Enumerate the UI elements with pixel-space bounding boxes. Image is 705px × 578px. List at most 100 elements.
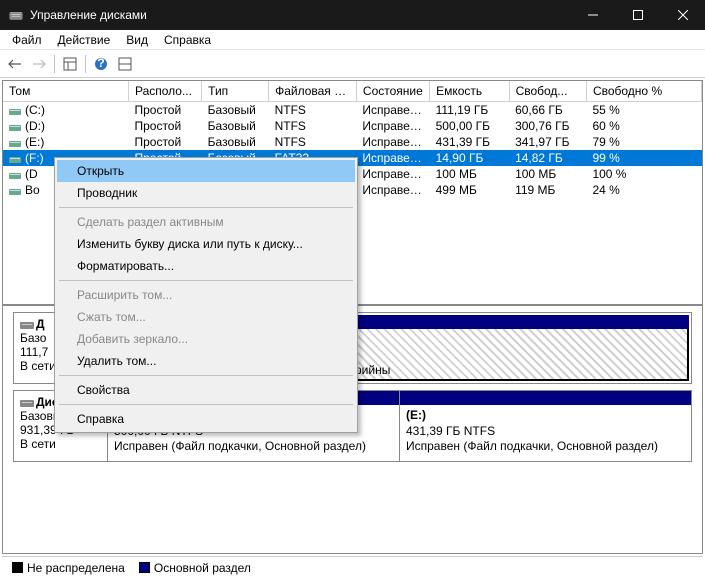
cell-free: 100 МБ <box>509 166 586 182</box>
disk-icon <box>20 319 34 331</box>
cell-status: Исправен... <box>356 118 429 134</box>
menu-file[interactable]: Файл <box>4 31 50 49</box>
drive-icon <box>9 170 21 180</box>
legend-primary: Основной раздел <box>139 561 251 575</box>
minimize-button[interactable] <box>570 0 615 30</box>
cell-volume: (D:) <box>3 118 128 134</box>
toolbar: ? <box>0 50 705 78</box>
partition-status: Исправен (Файл подкачки, Основной раздел… <box>406 439 685 455</box>
context-menu: Открыть Проводник Сделать раздел активны… <box>54 157 358 433</box>
menubar: Файл Действие Вид Справка <box>0 30 705 50</box>
cell-layout: Простой <box>128 102 201 119</box>
menu-shrink[interactable]: Сжать том... <box>57 306 355 328</box>
partition[interactable]: (E:) 431,39 ГБ NTFS Исправен (Файл подка… <box>399 391 691 461</box>
toolbar-separator <box>54 55 55 73</box>
menu-separator <box>59 375 353 376</box>
menu-separator <box>59 280 353 281</box>
col-status[interactable]: Состояние <box>356 81 429 102</box>
drive-icon <box>9 138 21 148</box>
partition-info: 431,39 ГБ NTFS <box>406 424 685 440</box>
cell-free: 341,97 ГБ <box>509 134 586 150</box>
window-controls <box>570 0 705 30</box>
cell-freepct: 55 % <box>586 102 701 119</box>
cell-free: 300,76 ГБ <box>509 118 586 134</box>
menu-help[interactable]: Справка <box>57 408 355 430</box>
col-freepct[interactable]: Свободно % <box>586 81 701 102</box>
menu-open[interactable]: Открыть <box>57 160 355 182</box>
partition-status: Исправен (Файл подкачки, Основной раздел… <box>114 439 393 455</box>
partition-label: (E:) <box>406 408 685 424</box>
col-volume[interactable]: Том <box>3 81 128 102</box>
window-title: Управление дисками <box>30 8 570 22</box>
cell-type: Базовый <box>202 118 269 134</box>
cell-fs: NTFS <box>269 134 357 150</box>
col-layout[interactable]: Располо... <box>128 81 201 102</box>
menu-format[interactable]: Форматировать... <box>57 255 355 277</box>
cell-free: 14,82 ГБ <box>509 150 586 166</box>
menu-separator <box>59 207 353 208</box>
menu-extend[interactable]: Расширить том... <box>57 284 355 306</box>
col-type[interactable]: Тип <box>202 81 269 102</box>
titlebar: Управление дисками <box>0 0 705 30</box>
cell-freepct: 79 % <box>586 134 701 150</box>
cell-capacity: 111,19 ГБ <box>430 102 509 119</box>
refresh-button[interactable] <box>114 53 136 75</box>
menu-make-active[interactable]: Сделать раздел активным <box>57 211 355 233</box>
cell-freepct: 100 % <box>586 166 701 182</box>
cell-status: Исправен... <box>356 166 429 182</box>
cell-type: Базовый <box>202 102 269 119</box>
cell-capacity: 100 МБ <box>430 166 509 182</box>
menu-action[interactable]: Действие <box>50 31 119 49</box>
cell-capacity: 14,90 ГБ <box>430 150 509 166</box>
table-row[interactable]: (D:)ПростойБазовыйNTFSИсправен...500,00 … <box>3 118 702 134</box>
cell-fs: NTFS <box>269 118 357 134</box>
table-row[interactable]: (C:)ПростойБазовыйNTFSИсправен...111,19 … <box>3 102 702 119</box>
cell-capacity: 499 МБ <box>430 182 509 198</box>
cell-free: 119 МБ <box>509 182 586 198</box>
menu-properties[interactable]: Свойства <box>57 379 355 401</box>
drive-icon <box>9 186 21 196</box>
back-button[interactable] <box>4 53 26 75</box>
cell-type: Базовый <box>202 134 269 150</box>
cell-freepct: 24 % <box>586 182 701 198</box>
cell-volume: (E:) <box>3 134 128 150</box>
maximize-button[interactable] <box>615 0 660 30</box>
menu-mirror[interactable]: Добавить зеркало... <box>57 328 355 350</box>
cell-volume: (C:) <box>3 102 128 119</box>
help-button[interactable]: ? <box>90 53 112 75</box>
menu-help[interactable]: Справка <box>156 31 219 49</box>
drive-icon <box>9 122 21 132</box>
cell-layout: Простой <box>128 118 201 134</box>
cell-status: Исправен... <box>356 150 429 166</box>
app-icon <box>8 7 24 23</box>
toolbar-separator <box>85 55 86 73</box>
cell-capacity: 431,39 ГБ <box>430 134 509 150</box>
legend: Не распределена Основной раздел <box>2 556 703 578</box>
menu-separator <box>59 404 353 405</box>
cell-free: 60,66 ГБ <box>509 102 586 119</box>
menu-view[interactable]: Вид <box>118 31 156 49</box>
col-fs[interactable]: Файловая с... <box>269 81 357 102</box>
legend-unallocated: Не распределена <box>12 561 125 575</box>
swatch-navy <box>139 562 150 573</box>
menu-explorer[interactable]: Проводник <box>57 182 355 204</box>
col-capacity[interactable]: Емкость <box>430 81 509 102</box>
swatch-black <box>12 562 23 573</box>
table-row[interactable]: (E:)ПростойБазовыйNTFSИсправен...431,39 … <box>3 134 702 150</box>
disk-name: Д <box>36 317 45 331</box>
cell-freepct: 99 % <box>586 150 701 166</box>
drive-icon <box>9 154 21 164</box>
menu-delete[interactable]: Удалить том... <box>57 350 355 372</box>
col-free[interactable]: Свобод... <box>509 81 586 102</box>
view-button[interactable] <box>59 53 81 75</box>
forward-button[interactable] <box>28 53 50 75</box>
drive-icon <box>9 106 21 116</box>
cell-status: Исправен... <box>356 102 429 119</box>
disk-status: В сети <box>20 437 101 451</box>
cell-status: Исправен... <box>356 182 429 198</box>
menu-change-letter[interactable]: Изменить букву диска или путь к диску... <box>57 233 355 255</box>
cell-layout: Простой <box>128 134 201 150</box>
cell-capacity: 500,00 ГБ <box>430 118 509 134</box>
close-button[interactable] <box>660 0 705 30</box>
cell-fs: NTFS <box>269 102 357 119</box>
